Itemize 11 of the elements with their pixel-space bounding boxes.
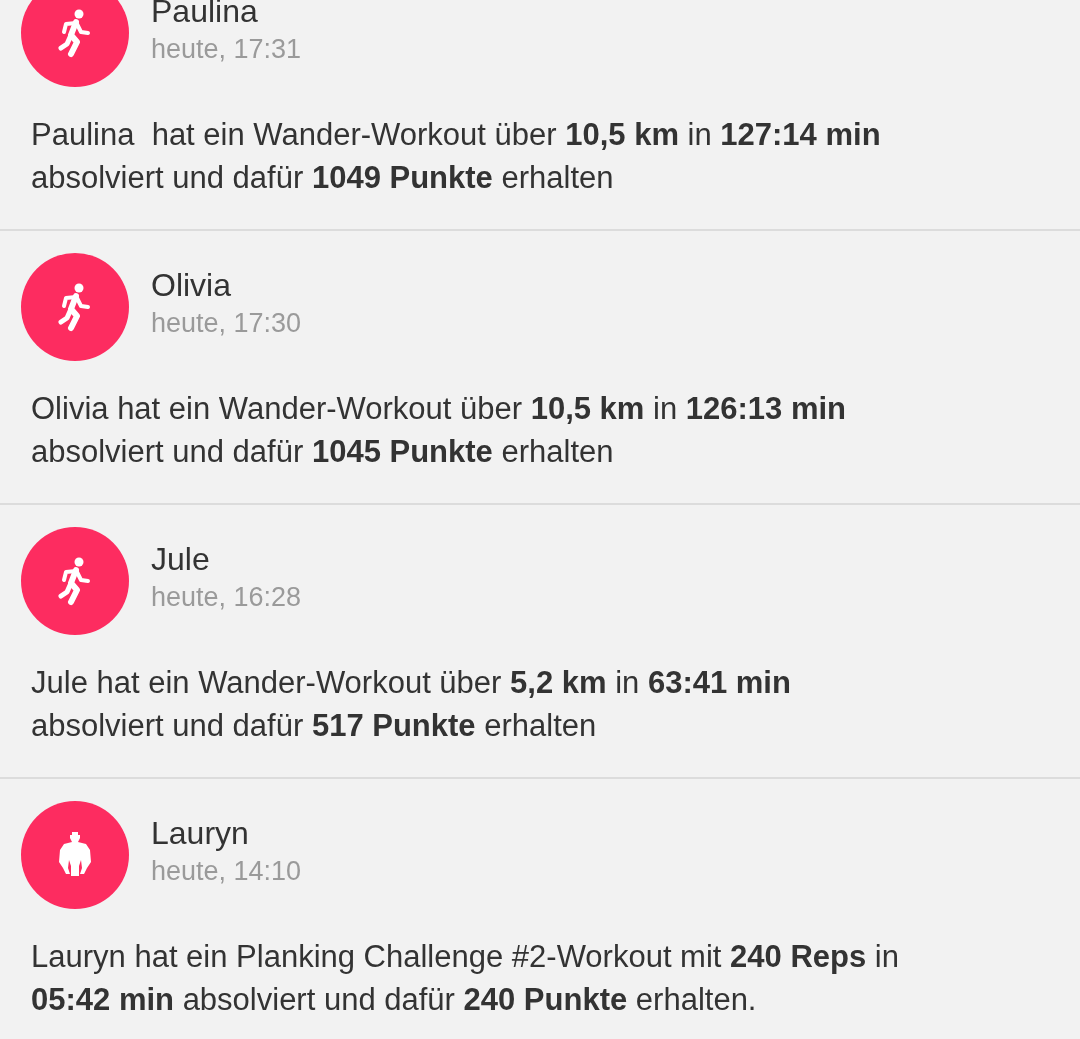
post-time: heute, 17:30 — [151, 307, 302, 340]
user-name: Jule — [151, 540, 211, 579]
post-time: heute, 17:31 — [151, 33, 302, 66]
activity-message: Lauryn hat ein Planking Challenge #2-Workout mit 240 Reps in 05:42 min absolviert und dafür 240 Punkte erhalten. — [31, 938, 900, 1019]
activity-message: Paulina hat ein Wander-Workout über 10,5 km in 127:14 min absolviert und dafür 1049 Punkte erhalten — [31, 116, 882, 197]
post-time: heute, 16:28 — [151, 581, 302, 614]
activity-message: Olivia hat ein Wander-Workout über 10,5 km in 126:13 min absolviert und dafür 1045 Punkte erhalten — [31, 390, 848, 471]
post-time: heute, 14:10 — [151, 855, 302, 888]
activity-message: Jule hat ein Wander-Workout über 5,2 km in 63:41 min absolviert und dafür 517 Punkte erhalten — [31, 664, 792, 745]
user-name: Lauryn — [151, 814, 250, 853]
user-name: Olivia — [151, 266, 232, 305]
